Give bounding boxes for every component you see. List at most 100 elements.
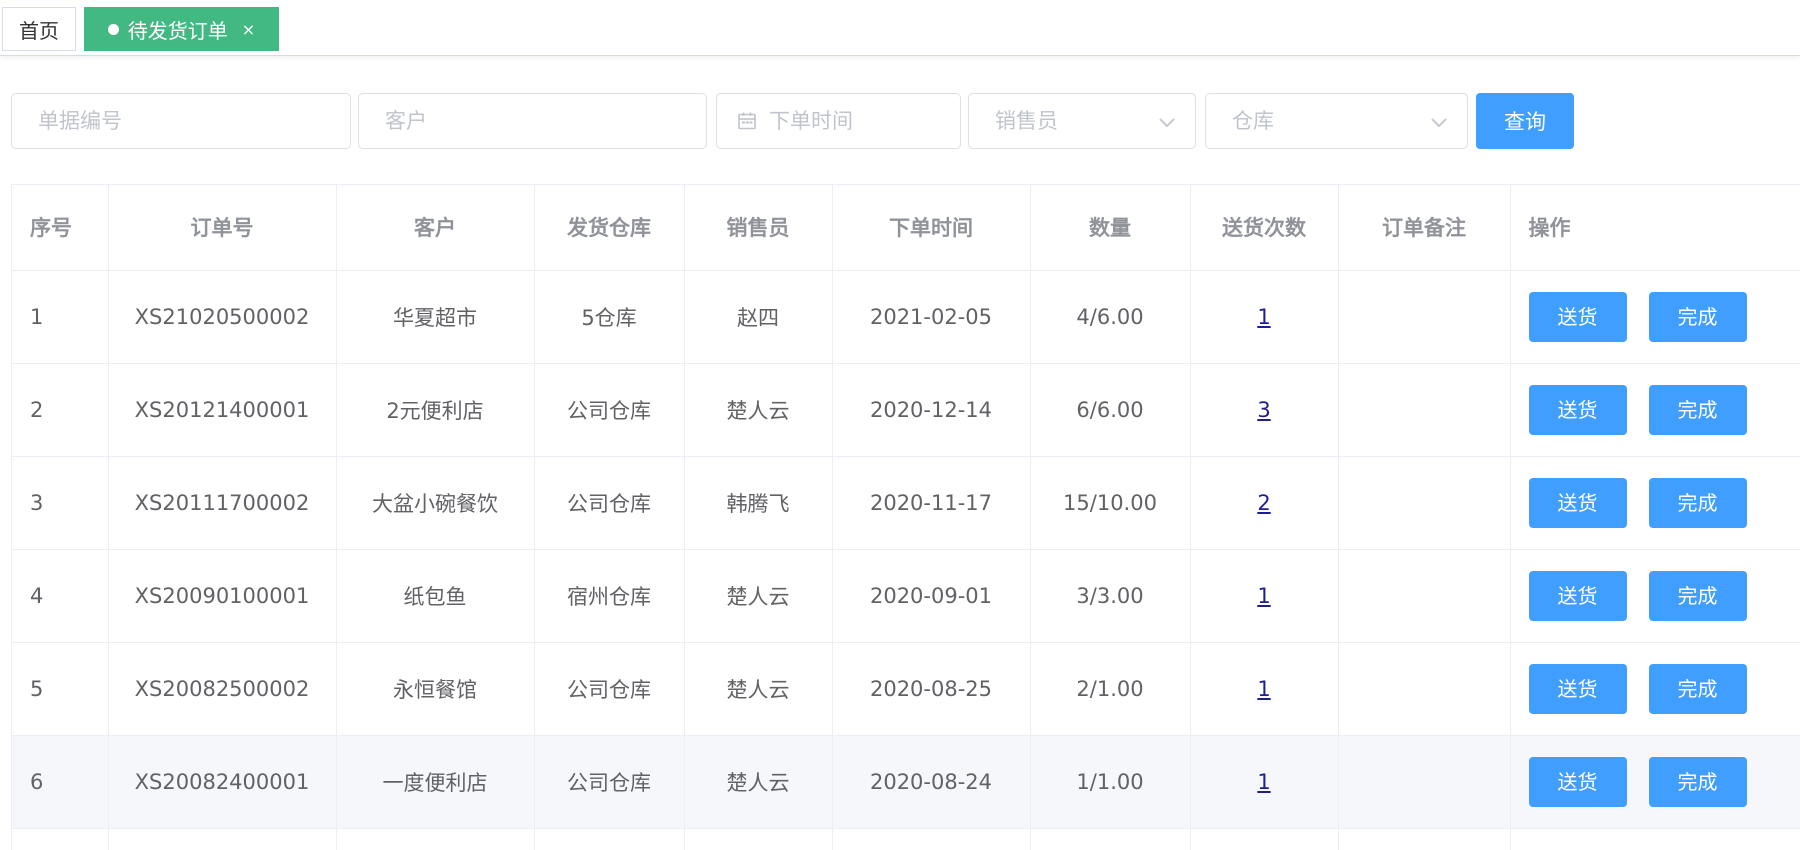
cell-col-order-no: XS20121400001	[108, 363, 337, 457]
order-no-filter	[11, 93, 351, 149]
delivery-count-link[interactable]: 3	[1257, 398, 1270, 422]
tags-view-bar: 首页 待发货订单 ×	[0, 0, 1800, 56]
cell-col-salesman: 楚人云	[684, 549, 833, 643]
cell-col-customer: 纸包鱼	[336, 549, 535, 643]
tab-home-label: 首页	[19, 18, 59, 43]
close-icon[interactable]: ×	[242, 20, 255, 39]
deliver-button[interactable]: 送货	[1528, 477, 1627, 528]
empty-cell	[1030, 828, 1191, 850]
cell-col-warehouse: 公司仓库	[534, 642, 685, 736]
cell-col-order-date: 2020-11-17	[832, 456, 1031, 550]
cell-col-index: 4	[12, 549, 109, 643]
cell-col-remark	[1338, 363, 1511, 457]
order-date-filter	[716, 93, 961, 149]
cell-col-remark	[1338, 642, 1511, 736]
cell-col-index: 2	[12, 363, 109, 457]
cell-col-delivery-count: 1	[1190, 642, 1339, 736]
complete-button[interactable]: 完成	[1648, 477, 1747, 528]
complete-button[interactable]: 完成	[1648, 384, 1747, 435]
cell-col-actions: 送货 完成	[1510, 549, 1800, 643]
cell-col-delivery-count: 2	[1190, 456, 1339, 550]
deliver-button[interactable]: 送货	[1528, 756, 1627, 807]
cell-col-index: 1	[12, 270, 109, 364]
cell-col-order-no: XS20082400001	[108, 735, 337, 829]
empty-cell	[832, 828, 1031, 850]
cell-col-quantity: 4/6.00	[1030, 270, 1191, 364]
deliver-button[interactable]: 送货	[1528, 384, 1627, 435]
cell-col-quantity: 15/10.00	[1030, 456, 1191, 550]
empty-cell	[684, 828, 833, 850]
tab-home[interactable]: 首页	[2, 7, 76, 51]
table-row: 4 XS20090100001 纸包鱼 宿州仓库 楚人云 2020-09-01 3/3.00…	[12, 549, 1800, 643]
delivery-count-link[interactable]: 1	[1257, 584, 1270, 608]
delivery-count-link[interactable]: 1	[1257, 677, 1270, 701]
cell-col-order-no: XS20082500002	[108, 642, 337, 736]
cell-col-actions: 送货 完成	[1510, 642, 1800, 736]
table-row: 2 XS20121400001 2元便利店 公司仓库 楚人云 2020-12-14 6/6.…	[12, 363, 1800, 457]
cell-col-warehouse: 宿州仓库	[534, 549, 685, 643]
chevron-down-icon	[1431, 118, 1447, 128]
complete-button[interactable]: 完成	[1648, 756, 1747, 807]
cell-col-salesman: 楚人云	[684, 363, 833, 457]
header-col-remark: 订单备注	[1338, 185, 1511, 271]
empty-cell	[108, 828, 337, 850]
cell-col-delivery-count: 1	[1190, 549, 1339, 643]
cell-col-customer: 华夏超市	[336, 270, 535, 364]
complete-button[interactable]: 完成	[1648, 570, 1747, 621]
deliver-button[interactable]: 送货	[1528, 663, 1627, 714]
cell-col-order-date: 2020-12-14	[832, 363, 1031, 457]
empty-cell	[12, 828, 109, 850]
cell-col-delivery-count: 3	[1190, 363, 1339, 457]
order-date-input[interactable]	[769, 109, 960, 133]
tab-pending-orders-label: 待发货订单	[127, 18, 228, 43]
cell-col-quantity: 1/1.00	[1030, 735, 1191, 829]
customer-input[interactable]	[385, 109, 706, 133]
table-row: 5 XS20082500002 永恒餐馆 公司仓库 楚人云 2020-08-25 2/1.0…	[12, 642, 1800, 736]
table-header-row: 序号 订单号 客户 发货仓库 销售员 下单时间 数量 送货次数 订单备注 操作	[12, 185, 1800, 271]
cell-col-delivery-count: 1	[1190, 735, 1339, 829]
cell-col-warehouse: 公司仓库	[534, 363, 685, 457]
deliver-button[interactable]: 送货	[1528, 570, 1627, 621]
empty-cell	[336, 828, 535, 850]
header-col-actions: 操作	[1510, 185, 1800, 271]
empty-cell	[534, 828, 685, 850]
cell-col-warehouse: 公司仓库	[534, 456, 685, 550]
delivery-count-link[interactable]: 1	[1257, 305, 1270, 329]
salesman-select[interactable]	[968, 93, 1196, 149]
order-no-input[interactable]	[38, 109, 350, 133]
cell-col-order-date: 2020-08-24	[832, 735, 1031, 829]
delivery-count-link[interactable]: 1	[1257, 770, 1270, 794]
table-row: 3 XS20111700002 大盆小碗餐饮 公司仓库 韩腾飞 2020-11-17 15/…	[12, 456, 1800, 550]
calendar-icon	[738, 112, 756, 130]
empty-cell	[1510, 828, 1800, 850]
header-col-order-no: 订单号	[108, 185, 337, 271]
cell-col-salesman: 楚人云	[684, 642, 833, 736]
cell-col-remark	[1338, 456, 1511, 550]
cell-col-order-date: 2021-02-05	[832, 270, 1031, 364]
cell-col-order-no: XS20090100001	[108, 549, 337, 643]
header-col-order-date: 下单时间	[832, 185, 1031, 271]
cell-col-quantity: 2/1.00	[1030, 642, 1191, 736]
cell-col-index: 3	[12, 456, 109, 550]
query-button[interactable]: 查询	[1476, 93, 1574, 149]
header-col-salesman: 销售员	[684, 185, 833, 271]
table-row: 1 XS21020500002 华夏超市 5仓库 赵四 2021-02-05 4/6.00 1…	[12, 270, 1800, 364]
warehouse-select[interactable]	[1205, 93, 1468, 149]
cell-col-warehouse: 5仓库	[534, 270, 685, 364]
cell-col-remark	[1338, 735, 1511, 829]
deliver-button[interactable]: 送货	[1528, 291, 1627, 342]
complete-button[interactable]: 完成	[1648, 291, 1747, 342]
table-row-partial	[12, 828, 1800, 850]
tab-pending-orders[interactable]: 待发货订单 ×	[84, 7, 279, 51]
header-col-delivery-count: 送货次数	[1190, 185, 1339, 271]
cell-col-customer: 永恒餐馆	[336, 642, 535, 736]
delivery-count-link[interactable]: 2	[1257, 491, 1270, 515]
active-dot-icon	[107, 23, 119, 35]
cell-col-index: 5	[12, 642, 109, 736]
cell-col-remark	[1338, 549, 1511, 643]
complete-button[interactable]: 完成	[1648, 663, 1747, 714]
cell-col-order-date: 2020-08-25	[832, 642, 1031, 736]
cell-col-customer: 一度便利店	[336, 735, 535, 829]
cell-col-delivery-count: 1	[1190, 270, 1339, 364]
cell-col-actions: 送货 完成	[1510, 363, 1800, 457]
